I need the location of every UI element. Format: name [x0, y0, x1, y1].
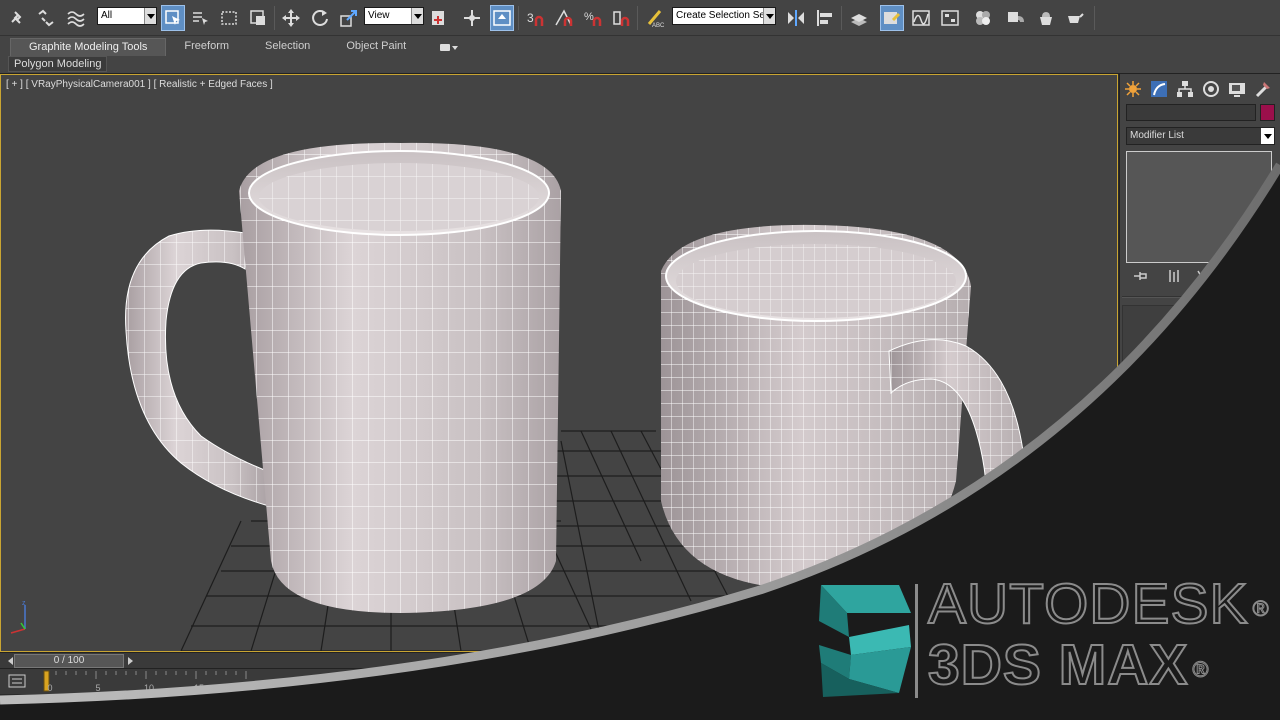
brand-divider — [915, 584, 918, 698]
brand-autodesk: AUTODESK ® — [927, 575, 1270, 634]
scene-render — [125, 142, 1026, 651]
modify-icon[interactable] — [1148, 78, 1170, 100]
panel-divider — [1122, 296, 1278, 298]
move-icon[interactable] — [279, 5, 303, 31]
render-production-icon[interactable] — [1063, 5, 1087, 31]
track-filter-icon[interactable] — [8, 673, 26, 689]
ribbon: Graphite Modeling Tools Freeform Selecti… — [0, 36, 1280, 74]
modifier-list-label: Modifier List — [1130, 130, 1184, 141]
named-selection-value: Create Selection Se — [676, 10, 765, 21]
tab-object-paint[interactable]: Object Paint — [328, 38, 424, 56]
brand-3dsmax-reg: ® — [1192, 657, 1210, 683]
create-icon[interactable] — [1122, 78, 1144, 100]
svg-text:ABC: ABC — [652, 23, 665, 28]
pivot-center-icon[interactable] — [427, 5, 451, 31]
tab-freeform[interactable]: Freeform — [166, 38, 247, 56]
motion-icon[interactable] — [1200, 78, 1222, 100]
select-by-name-icon[interactable] — [188, 5, 212, 31]
show-end-result-icon[interactable] — [1164, 267, 1184, 285]
tick-5: 5 — [95, 683, 100, 693]
scale-icon[interactable] — [337, 5, 361, 31]
tab-graphite-modeling-tools[interactable]: Graphite Modeling Tools — [10, 38, 167, 56]
render-setup-icon[interactable] — [1004, 5, 1028, 31]
viewport-label[interactable]: [ + ] [ VRayPhysicalCamera001 ] [ Realis… — [6, 79, 273, 90]
object-color-swatch[interactable] — [1260, 104, 1275, 121]
time-slider-thumb[interactable]: 0 / 100 — [14, 654, 124, 668]
selection-filter-value: All — [101, 10, 113, 21]
cup-a-body — [239, 142, 561, 613]
reference-coord-value: View — [368, 10, 390, 21]
3ds-max-logo — [819, 585, 911, 697]
rect-region-icon[interactable] — [217, 5, 241, 31]
tick-20: 20 — [244, 683, 254, 693]
svg-text:z: z — [22, 600, 26, 607]
brand-3dsmax: 3DS MAX ® — [927, 636, 1270, 695]
select-object-icon[interactable] — [161, 5, 185, 31]
time-slider-next-icon[interactable] — [126, 655, 136, 667]
spinner-snap-icon[interactable] — [609, 5, 633, 31]
command-panel: Modifier List — [1119, 74, 1280, 652]
track-ruler: 0 5 10 15 20 — [43, 670, 254, 693]
rotate-icon[interactable] — [308, 5, 332, 31]
hierarchy-icon[interactable] — [1174, 78, 1196, 100]
brand-3dsmax-text: 3DS MAX — [927, 633, 1189, 697]
axis-tripod-icon: z — [10, 600, 26, 634]
pin-stack-icon[interactable] — [1130, 267, 1150, 285]
selection-filter-dropdown[interactable]: All — [97, 7, 157, 25]
bind-space-warp-icon[interactable] — [64, 5, 88, 31]
percent-snap-icon[interactable]: % — [581, 5, 605, 31]
object-name-field[interactable] — [1126, 104, 1256, 121]
cup-b-body — [661, 224, 971, 590]
named-selection-dropdown[interactable]: Create Selection Se — [672, 7, 776, 25]
main-toolbar: All View 3 % ABC Create Selection Se — [0, 0, 1280, 36]
svg-text:%: % — [584, 11, 594, 23]
graphite-toggle-icon[interactable] — [880, 5, 904, 31]
modifier-list-dropdown[interactable]: Modifier List — [1126, 127, 1275, 145]
status-bar — [0, 694, 1280, 720]
schematic-view-icon[interactable] — [938, 5, 962, 31]
ribbon-tabs: Graphite Modeling Tools Freeform Selecti… — [10, 38, 459, 56]
time-slider-prev-icon[interactable] — [2, 655, 13, 667]
layer-manager-icon[interactable] — [847, 5, 871, 31]
parameters-rollout — [1122, 305, 1278, 385]
angle-snap-icon[interactable] — [552, 5, 576, 31]
brand-autodesk-reg: ® — [1252, 596, 1270, 622]
ribbon-options-icon[interactable] — [440, 41, 459, 55]
brand-wordmark: AUTODESK ® 3DS MAX ® — [927, 575, 1270, 695]
modifier-stack[interactable] — [1126, 151, 1272, 263]
tick-10: 10 — [144, 683, 154, 693]
reference-coord-dropdown[interactable]: View — [364, 7, 424, 25]
make-unique-icon[interactable] — [1194, 267, 1214, 285]
ribbon-polygon-modeling-panel[interactable]: Polygon Modeling — [8, 56, 108, 72]
unlink-icon[interactable] — [34, 5, 58, 31]
select-manipulate-icon[interactable] — [460, 5, 484, 31]
link-icon[interactable] — [6, 5, 30, 31]
window-crossing-icon[interactable] — [246, 5, 270, 31]
tick-0: 0 — [47, 683, 52, 693]
align-icon[interactable] — [813, 5, 837, 31]
svg-text:3: 3 — [527, 11, 534, 25]
perspective-viewport[interactable]: [ + ] [ VRayPhysicalCamera001 ] [ Realis… — [0, 74, 1118, 652]
edit-named-sets-icon[interactable]: ABC — [643, 5, 667, 31]
brand-autodesk-text: AUTODESK — [927, 572, 1249, 636]
curve-editor-icon[interactable] — [909, 5, 933, 31]
tab-selection[interactable]: Selection — [247, 38, 328, 56]
mirror-icon[interactable] — [784, 5, 808, 31]
utilities-icon[interactable] — [1252, 78, 1274, 100]
material-editor-icon[interactable] — [971, 5, 995, 31]
snaps-toggle-icon[interactable]: 3 — [523, 5, 547, 31]
display-icon[interactable] — [1226, 78, 1248, 100]
tick-15: 15 — [194, 683, 204, 693]
keyboard-shortcut-icon[interactable] — [490, 5, 514, 31]
rendered-frame-icon[interactable] — [1034, 5, 1058, 31]
